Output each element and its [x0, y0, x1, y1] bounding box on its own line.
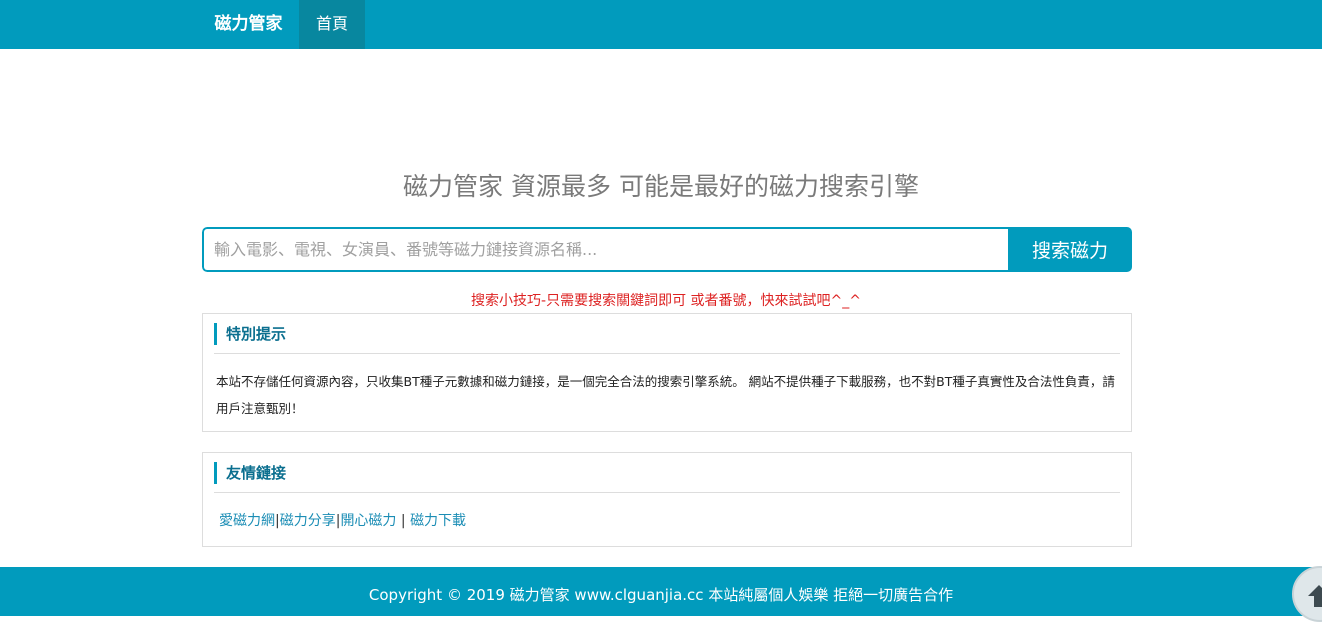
link-separator: | — [400, 513, 406, 529]
arrow-up-icon — [1308, 585, 1322, 607]
top-navbar: 磁力管家 首頁 — [0, 0, 1322, 49]
search-input[interactable] — [202, 227, 1008, 272]
notice-body: 本站不存儲任何資源內容，只收集BT種子元數據和磁力鏈接，是一個完全合法的搜索引擎… — [216, 374, 1115, 416]
accent-bar — [214, 462, 217, 484]
page-footer: Copyright © 2019 磁力管家 www.clguanjia.cc 本… — [0, 567, 1322, 616]
notice-panel-header: 特別提示 — [214, 322, 1120, 354]
friend-link-1[interactable]: 愛磁力網 — [219, 513, 275, 529]
search-tip: 搜索小技巧-只需要搜索關鍵詞即可 或者番號，快來試試吧^_^ — [471, 293, 861, 309]
friend-links-list: 愛磁力網|磁力分享|開心磁力 | 磁力下載 — [219, 509, 466, 533]
page-headline: 磁力管家 資源最多 可能是最好的磁力搜索引擎 — [403, 172, 919, 201]
links-title: 友情鏈接 — [226, 464, 287, 482]
search-button[interactable]: 搜索磁力 — [1008, 227, 1132, 272]
notice-title: 特別提示 — [226, 325, 287, 343]
friend-link-2[interactable]: 磁力分享 — [280, 513, 336, 529]
footer-copyright: Copyright © 2019 磁力管家 www.clguanjia.cc 本… — [368, 586, 954, 604]
links-panel-header: 友情鏈接 — [214, 461, 1120, 493]
notice-panel: 特別提示 本站不存儲任何資源內容，只收集BT種子元數據和磁力鏈接，是一個完全合法… — [202, 313, 1132, 432]
friend-link-3[interactable]: 開心磁力 — [340, 513, 396, 529]
search-form: 搜索磁力 — [202, 227, 1132, 272]
links-panel: 友情鏈接 愛磁力網|磁力分享|開心磁力 | 磁力下載 — [202, 452, 1132, 547]
accent-bar — [214, 323, 217, 345]
nav-home-link[interactable]: 首頁 — [299, 0, 365, 49]
brand-logo[interactable]: 磁力管家 — [198, 0, 299, 49]
friend-link-4[interactable]: 磁力下載 — [410, 513, 466, 529]
